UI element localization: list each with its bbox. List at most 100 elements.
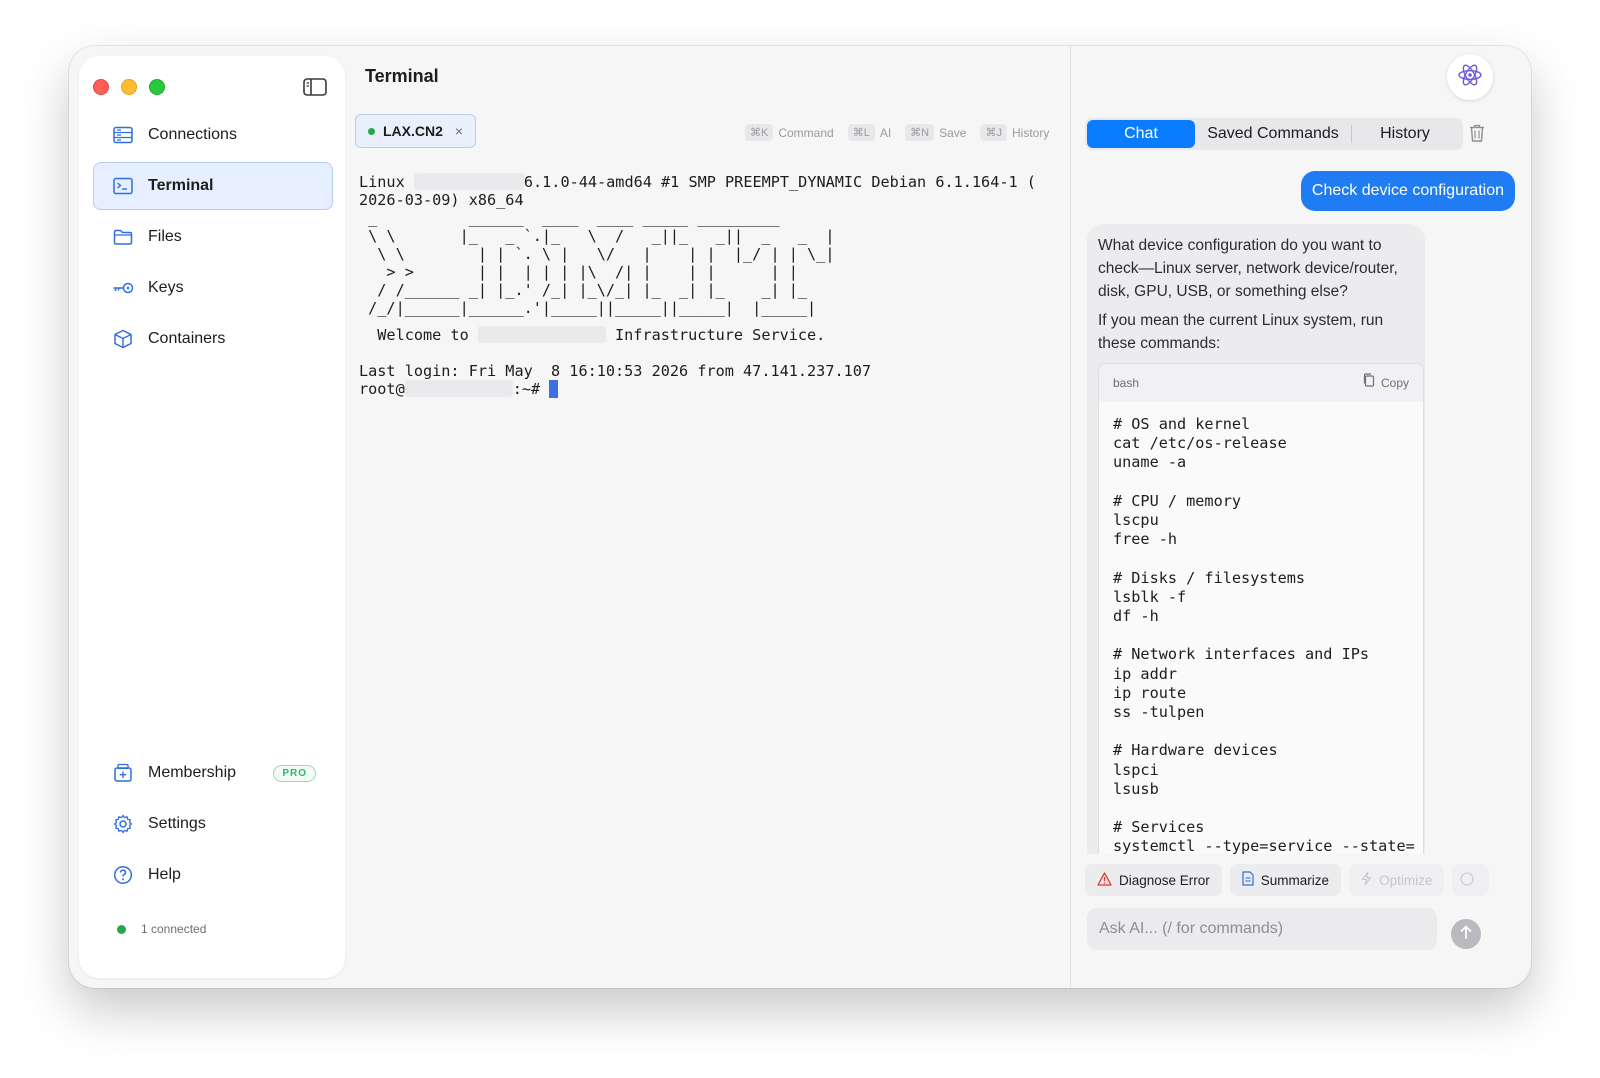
gear-icon — [112, 813, 134, 835]
ai-panel: Chat Saved Commands History Check device… — [1071, 46, 1531, 988]
connection-count: 1 connected — [141, 922, 207, 936]
cube-icon — [112, 328, 134, 350]
shortcut-key: ⌘N — [905, 124, 935, 141]
trash-icon[interactable] — [1468, 123, 1488, 145]
sidebar-item-containers[interactable]: Containers — [93, 315, 333, 363]
terminal-output[interactable]: Linux 6.1.0-44-amd64 #1 SMP PREEMPT_DYNA… — [359, 173, 1071, 398]
sidebar-item-terminal[interactable]: Terminal — [93, 162, 333, 210]
redacted-hostname — [404, 380, 513, 397]
copy-button[interactable]: Copy — [1362, 372, 1409, 395]
atom-icon — [1457, 62, 1483, 93]
code-line: ss -tulpen — [1113, 703, 1205, 721]
code-line: # CPU / memory — [1113, 491, 1242, 510]
shortcut-key: ⌘J — [980, 124, 1007, 141]
sidebar-item-label: Connections — [148, 126, 237, 143]
ascii-art-line: > > | | | | | |\ /| | | | | | — [359, 263, 798, 281]
warning-icon — [1097, 871, 1119, 889]
shortcut-key: ⌘L — [847, 124, 875, 141]
code-line: # Hardware devices — [1113, 741, 1278, 760]
terminal-cursor — [549, 380, 559, 398]
summarize-button[interactable]: Summarize — [1229, 864, 1342, 896]
send-button[interactable] — [1451, 919, 1481, 949]
ascii-art-line: \ \ |_ _ `.|_ \ / _||_ _|| _ _ | — [359, 227, 835, 245]
shortcut-history[interactable]: ⌘J History — [980, 124, 1049, 141]
shortcut-ai[interactable]: ⌘L AI — [847, 124, 891, 141]
sidebar-toggle-icon[interactable] — [303, 77, 327, 97]
key-icon — [112, 277, 134, 299]
quick-actions: Diagnose Error Summarize Optimize — [1085, 864, 1490, 896]
terminal-line: Last login: Fri May 8 16:10:53 2026 from… — [359, 362, 872, 380]
ask-ai-input[interactable] — [1087, 908, 1437, 950]
sidebar-item-connections[interactable]: Connections — [93, 111, 333, 159]
tab-saved-commands[interactable]: Saved Commands — [1195, 120, 1351, 148]
code-line: lspci — [1113, 760, 1159, 779]
close-window-button[interactable] — [93, 79, 109, 95]
code-block: bash Copy # OS and kernel cat /etc/os-rel… — [1098, 363, 1424, 854]
copy-label: Copy — [1380, 375, 1409, 390]
code-content[interactable]: # OS and kernel cat /etc/os-release uname … — [1099, 402, 1423, 854]
terminal-text: Welcome to — [359, 326, 478, 344]
code-language: bash — [1113, 375, 1140, 390]
folder-icon — [112, 226, 134, 248]
sidebar-item-settings[interactable]: Settings — [93, 800, 333, 848]
tab-history[interactable]: History — [1352, 120, 1458, 148]
terminal-text: Infrastructure Service. — [605, 326, 826, 344]
sidebar-item-label: Containers — [148, 330, 226, 347]
terminal-line: root@:~# — [359, 380, 1071, 398]
code-line: cat /etc/os-release — [1113, 434, 1287, 453]
document-icon — [1242, 871, 1261, 889]
code-line: uname -a — [1113, 453, 1187, 472]
online-dot-icon — [368, 127, 375, 135]
code-line: ip addr — [1113, 664, 1178, 683]
optimize-button[interactable]: Optimize — [1349, 864, 1445, 896]
user-message: Check device configuration — [1300, 171, 1515, 211]
ascii-art-line: /_/|______|______.'|_____||_____||_____|… — [359, 299, 817, 317]
terminal-icon — [112, 175, 134, 197]
code-line: lscpu — [1113, 511, 1159, 529]
zoom-window-button[interactable] — [149, 79, 165, 95]
sidebar-item-membership[interactable]: Membership PRO — [93, 749, 333, 797]
ascii-banner: _ ______ ____ ____ _____ _________ \ \ |… — [359, 209, 1071, 317]
sidebar: Connections Terminal Files Keys Containe… — [79, 56, 345, 978]
shortcut-command[interactable]: ⌘K Command — [745, 124, 834, 141]
shortcut-label: Command — [778, 125, 834, 140]
code-line: # Disks / filesystems — [1113, 568, 1306, 587]
connection-status: 1 connected — [117, 922, 206, 936]
online-dot-icon — [117, 924, 126, 934]
shortcut-save[interactable]: ⌘N Save — [905, 124, 966, 141]
action-label: Diagnose Error — [1119, 872, 1210, 888]
minimize-window-button[interactable] — [121, 79, 137, 95]
assistant-message: What device configuration do you want to… — [1087, 224, 1425, 854]
ai-assistant-button[interactable] — [1447, 54, 1493, 100]
terminal-line: Linux 6.1.0-44-amd64 #1 SMP PREEMPT_DYNA… — [359, 173, 1071, 191]
sidebar-item-files[interactable]: Files — [93, 213, 333, 261]
sidebar-item-help[interactable]: Help — [93, 851, 333, 899]
terminal-text: 6.1.0-44-amd64 #1 SMP PREEMPT_DYNAMIC De… — [523, 173, 1036, 191]
code-line: # Network interfaces and IPs — [1113, 645, 1370, 664]
sidebar-bottom-nav: Membership PRO Settings Help — [93, 749, 333, 902]
terminal-line: 2026-03-09) x86_64 — [359, 191, 524, 209]
diagnose-error-button[interactable]: Diagnose Error — [1085, 864, 1222, 896]
close-tab-icon[interactable]: × — [455, 123, 463, 139]
server-icon — [112, 124, 134, 146]
sidebar-item-keys[interactable]: Keys — [93, 264, 333, 312]
action-label: Summarize — [1260, 872, 1330, 888]
shortcut-hints: ⌘K Command ⌘L AI ⌘N Save ⌘J History — [745, 124, 1063, 141]
code-line: lsblk -f — [1113, 587, 1187, 606]
session-tab[interactable]: LAX.CN2 × — [355, 114, 477, 148]
terminal-text: Linux — [359, 173, 414, 191]
session-tab-label: LAX.CN2 — [383, 123, 443, 139]
sidebar-item-label: Settings — [148, 815, 206, 832]
help-icon — [112, 864, 134, 886]
code-block-header: bash Copy — [1099, 364, 1423, 402]
page-title: Terminal — [365, 66, 439, 86]
ascii-art-line: / /______ _| |_.' /_| |_\/_| |_ _| |_ _|… — [359, 281, 808, 299]
assistant-paragraph: If you mean the current Linux system, ru… — [1098, 312, 1384, 352]
shortcut-key: ⌘K — [745, 124, 774, 141]
code-line: free -h — [1113, 530, 1178, 549]
more-actions-button[interactable] — [1452, 864, 1490, 896]
tab-chat[interactable]: Chat — [1087, 120, 1195, 148]
